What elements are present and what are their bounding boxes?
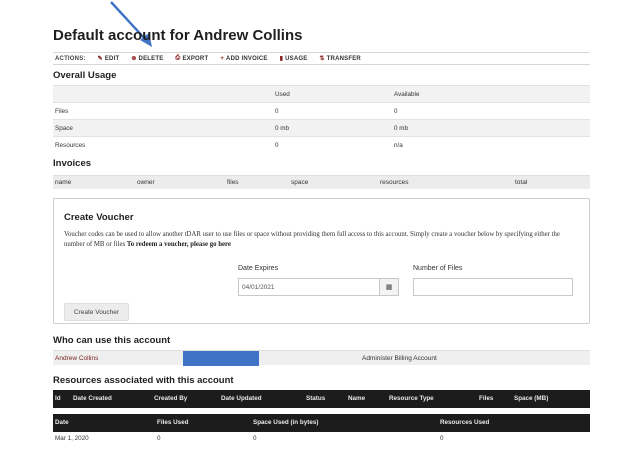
access-title: Who can use this account [53, 335, 171, 346]
usage-available: n/a [394, 141, 403, 149]
add-invoice-action[interactable]: + ADD INVOICE [220, 56, 267, 62]
account-user-link[interactable]: Andrew Collins [55, 355, 98, 362]
resources-col-name: Name [348, 395, 366, 402]
history-col-files-used: Files Used [157, 419, 189, 426]
usage-header-row: Used Available [53, 85, 590, 102]
usage-label: Resources [55, 141, 86, 149]
table-row: Resources 0 n/a [53, 136, 590, 153]
resources-col-files: Files [479, 395, 494, 402]
export-label: EXPORT [182, 55, 209, 62]
account-user-role: Administer Billing Account [362, 355, 437, 362]
resources-col-resource-type: Resource Type [389, 395, 434, 402]
resources-col-date-updated: Date Updated [221, 395, 262, 402]
edit-action[interactable]: ✎ EDIT [97, 55, 120, 63]
usage-col-used: Used [275, 90, 290, 98]
resources-col-id: Id [55, 395, 61, 402]
invoices-title: Invoices [53, 158, 92, 169]
date-expires-label: Date Expires [238, 265, 279, 272]
voucher-description: Voucher codes can be used to allow anoth… [64, 230, 579, 250]
usage-label: Space [55, 124, 73, 132]
page-title: Default account for Andrew Collins [53, 27, 303, 44]
invoices-col-total: total [515, 179, 528, 186]
delete-icon: ⊗ [131, 56, 137, 62]
resources-col-status: Status [306, 395, 326, 402]
actions-label: ACTIONS: [55, 55, 86, 62]
redacted-block [183, 351, 259, 366]
number-of-files-input[interactable] [413, 278, 573, 296]
history-files-used: 0 [157, 435, 161, 442]
create-voucher-panel: Create Voucher Voucher codes can be used… [53, 198, 590, 324]
calendar-icon: ▦ [385, 284, 393, 291]
history-header-row: Date Files Used Space Used (in bytes) Re… [53, 414, 590, 432]
redeem-voucher-link[interactable]: To redeem a voucher, please go here [127, 241, 231, 248]
usage-available: 0 mb [394, 124, 408, 132]
usage-title: Overall Usage [53, 70, 117, 81]
actions-bar: ACTIONS: ✎ EDIT ⊗ DELETE ⎙ EXPORT + ADD INVO… [53, 52, 590, 65]
voucher-title: Create Voucher [64, 212, 134, 223]
add-invoice-label: ADD INVOICE [226, 55, 268, 62]
usage-action[interactable]: ▮ USAGE [279, 55, 308, 63]
transfer-action[interactable]: ⇅ TRANSFER [319, 55, 361, 63]
date-expires-value: 04/01/2021 [242, 283, 275, 291]
transfer-label: TRANSFER [326, 55, 361, 62]
resources-header-row: Id Date Created Created By Date Updated … [53, 390, 590, 408]
date-expires-input[interactable]: 04/01/2021 [238, 278, 380, 296]
invoices-header-row: name owner files space resources total [53, 175, 590, 189]
history-resources-used: 0 [440, 435, 444, 442]
table-row: Mar 1, 2020 0 0 0 [53, 432, 590, 446]
account-user-row: Andrew Collins Administer Billing Accoun… [53, 350, 590, 366]
history-space-used: 0 [253, 435, 257, 442]
resources-title: Resources associated with this account [53, 375, 234, 386]
calendar-button[interactable]: ▦ [380, 278, 399, 296]
delete-action[interactable]: ⊗ DELETE [131, 55, 164, 63]
number-of-files-label: Number of Files [413, 265, 463, 272]
resources-col-created-by: Created By [154, 395, 188, 402]
history-col-space-used: Space Used (in bytes) [253, 419, 319, 426]
history-col-resources-used: Resources Used [440, 419, 490, 426]
history-date: Mar 1, 2020 [55, 435, 89, 442]
resources-col-space: Space (MB) [514, 395, 549, 402]
usage-used: 0 mb [275, 124, 289, 132]
usage-label: USAGE [285, 55, 308, 62]
table-row: Space 0 mb 0 mb [53, 119, 590, 136]
invoices-col-space: space [291, 179, 309, 186]
export-icon: ⎙ [175, 55, 181, 61]
export-action[interactable]: ⎙ EXPORT [175, 55, 208, 62]
usage-table: Used Available Files 0 0 Space 0 mb 0 mb… [53, 85, 590, 153]
usage-used: 0 [275, 107, 279, 115]
usage-col-available: Available [394, 90, 420, 98]
invoices-col-resources: resources [380, 179, 409, 186]
transfer-icon: ⇅ [319, 56, 325, 62]
invoices-col-files: files [227, 179, 239, 186]
pencil-icon: ✎ [97, 56, 103, 62]
plus-icon: + [220, 55, 225, 62]
usage-used: 0 [275, 141, 279, 149]
chart-icon: ▮ [279, 56, 284, 62]
history-col-date: Date [55, 419, 69, 426]
resources-col-date-created: Date Created [73, 395, 112, 402]
invoices-col-name: name [55, 179, 72, 186]
table-row: Files 0 0 [53, 102, 590, 119]
usage-available: 0 [394, 107, 398, 115]
invoices-col-owner: owner [137, 179, 155, 186]
usage-label: Files [55, 107, 69, 115]
edit-label: EDIT [104, 55, 120, 62]
delete-label: DELETE [138, 55, 164, 62]
create-voucher-button[interactable]: Create Voucher [64, 303, 129, 321]
